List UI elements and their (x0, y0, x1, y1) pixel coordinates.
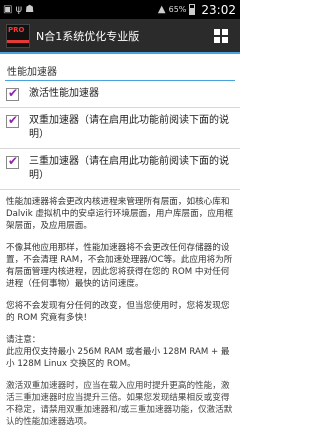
checkmark-icon: ✔ (8, 86, 19, 100)
app-logo-text: PRO (8, 25, 25, 34)
description: 性能加速器将会更改内核进程来管理所有层面，如核心库和 Dalvik 虚拟机中的安… (0, 190, 240, 428)
battery-percent: 65% (168, 5, 187, 14)
checkbox-double-accelerator[interactable]: ✔ (6, 113, 19, 128)
status-bar: ▣ ψ ☗ ▲ 65% 23:02 (0, 0, 240, 19)
section-header: 性能加速器 (5, 63, 235, 81)
description-paragraph: 性能加速器将会更改内核进程来管理所有层面，如核心库和 Dalvik 虚拟机中的安… (6, 197, 234, 231)
description-paragraph: 激活双重加速器时，应当在载入应用时提升更高的性能，激活三重加速器时应当提升三倍。… (6, 381, 233, 427)
grid-menu-icon[interactable] (214, 28, 228, 43)
description-paragraph: 不像其他应用那样，性能加速器将不会更改任何存储器的设置，不会清理 RAM，不会加… (6, 243, 233, 289)
description-note: 请注意： 此应用仅支持最小 256M RAM 或者最小 128M RAM + 最… (6, 335, 230, 369)
clock: 23:02 (201, 2, 236, 17)
settings-content: 性能加速器 ✔ 激活性能加速器 ✔ 双重加速器（请在启用此功能前阅读下面的说明）… (0, 54, 240, 438)
app-title: N合1系统优化专业版 (36, 29, 140, 43)
action-bar: PRO N合1系统优化专业版 (0, 19, 240, 54)
option-double-accelerator[interactable]: ✔ 双重加速器（请在启用此功能前阅读下面的说明） (0, 108, 240, 149)
checkmark-icon: ✔ (8, 154, 19, 168)
android-debug-icon: ☗ (25, 3, 35, 15)
app-logo-icon[interactable]: PRO (6, 23, 30, 48)
option-label: 激活性能加速器 (29, 88, 99, 99)
option-triple-accelerator[interactable]: ✔ 三重加速器（请在启用此功能前阅读下面的说明） (0, 149, 240, 190)
checkbox-activate-accelerator[interactable]: ✔ (6, 86, 19, 101)
app-notification-icon: ▣ (3, 3, 13, 15)
option-label: 双重加速器（请在启用此功能前阅读下面的说明） (29, 115, 229, 140)
signal-icon: ▲ (157, 3, 166, 15)
description-paragraph: 您将不会发现有分任何的改变，但当您使用时，您将发现您的 ROM 究竟有多快！ (6, 301, 230, 323)
checkmark-icon: ✔ (8, 113, 19, 127)
option-label: 三重加速器（请在启用此功能前阅读下面的说明） (29, 156, 229, 181)
battery-icon (189, 4, 196, 15)
option-activate-accelerator[interactable]: ✔ 激活性能加速器 (0, 81, 240, 108)
usb-icon: ψ (15, 3, 23, 15)
checkbox-triple-accelerator[interactable]: ✔ (6, 154, 19, 169)
